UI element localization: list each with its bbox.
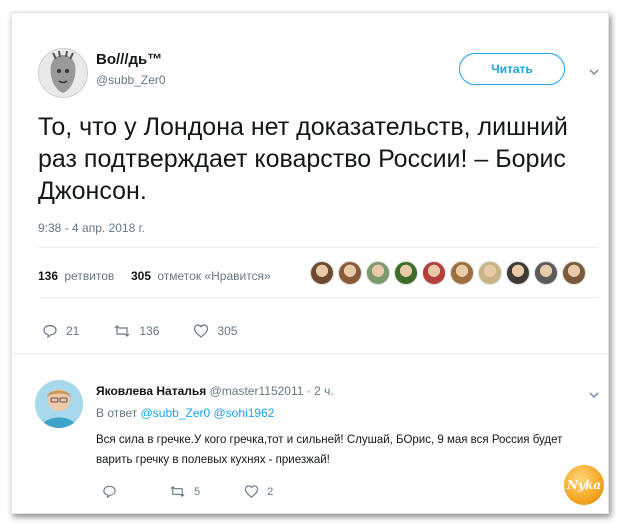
divider: [38, 297, 598, 298]
reply-icon: [43, 324, 57, 339]
liker-avatar[interactable]: [366, 261, 390, 285]
retweet-action[interactable]: 5: [169, 484, 200, 499]
watermark-logo: Nyka: [564, 465, 604, 505]
avatar-image: [39, 49, 87, 97]
retweet-count: 5: [194, 485, 201, 498]
reply-author-handle[interactable]: @master1152011: [210, 384, 304, 398]
reply-action[interactable]: 21: [42, 323, 79, 339]
heart-icon: [244, 485, 259, 498]
retweet-icon: [170, 486, 185, 497]
reply-text: Вся сила в гречке.У кого гречка,тот и си…: [96, 434, 563, 466]
chevron-down-icon[interactable]: [587, 65, 601, 79]
author-handle[interactable]: @subb_Zer0: [96, 73, 166, 87]
liker-avatar[interactable]: [478, 261, 502, 285]
likers-avatars: [310, 261, 590, 285]
retweets-count[interactable]: 136: [38, 269, 58, 283]
reply-actions: 5 2: [102, 484, 317, 499]
liker-avatar[interactable]: [422, 261, 446, 285]
likes-count[interactable]: 305: [131, 269, 151, 283]
author-name[interactable]: Во///дь™: [96, 51, 162, 68]
in-reply-to: В ответ @subb_Zer0 @sohi1962: [96, 406, 274, 420]
reply-time[interactable]: · 2 ч.: [307, 384, 334, 398]
liker-avatar[interactable]: [394, 261, 418, 285]
divider: [38, 247, 598, 248]
like-action[interactable]: 2: [244, 484, 273, 499]
like-count: 2: [267, 485, 274, 498]
author-avatar[interactable]: [38, 48, 88, 98]
like-action[interactable]: 305: [193, 323, 237, 339]
heart-icon: [194, 324, 209, 338]
liker-avatar[interactable]: [310, 261, 334, 285]
like-count: 305: [217, 324, 238, 338]
reply-author-avatar[interactable]: [35, 380, 83, 428]
tweet-timestamp[interactable]: 9:38 - 4 апр. 2018 г.: [38, 221, 145, 235]
reply-count: 21: [66, 324, 80, 338]
liker-avatar[interactable]: [534, 261, 558, 285]
tweet-stats: 136 ретвитов 305 отметок «Нравится»: [38, 269, 271, 283]
liker-avatar[interactable]: [338, 261, 362, 285]
likes-label[interactable]: отметок «Нравится»: [157, 269, 270, 283]
retweet-count: 136: [139, 324, 160, 338]
reply-header: Яковлева Наталья @master1152011 · 2 ч.: [96, 384, 334, 398]
retweet-action[interactable]: 136: [113, 323, 159, 339]
liker-avatar[interactable]: [562, 261, 586, 285]
in-reply-prefix: В ответ: [96, 406, 138, 420]
reply-tweet[interactable]: Яковлева Наталья @master1152011 · 2 ч. В…: [12, 353, 608, 514]
avatar-image: [35, 380, 83, 428]
tweet-text: То, что у Лондона нет доказательств, лиш…: [38, 113, 568, 205]
reply-action[interactable]: [102, 484, 125, 499]
retweets-label[interactable]: ретвитов: [64, 269, 114, 283]
in-reply-users[interactable]: @subb_Zer0 @sohi1962: [141, 406, 275, 420]
reply-author-name[interactable]: Яковлева Наталья: [96, 384, 206, 398]
tweet-actions: 21 136 305: [42, 323, 271, 339]
tweet-card: Во///дь™ @subb_Zer0 Читать То, что у Лон…: [11, 12, 609, 514]
reply-icon: [103, 485, 116, 499]
liker-avatar[interactable]: [506, 261, 530, 285]
liker-avatar[interactable]: [450, 261, 474, 285]
chevron-down-icon[interactable]: [587, 388, 601, 402]
retweet-icon: [114, 325, 130, 337]
follow-button[interactable]: Читать: [459, 53, 565, 85]
